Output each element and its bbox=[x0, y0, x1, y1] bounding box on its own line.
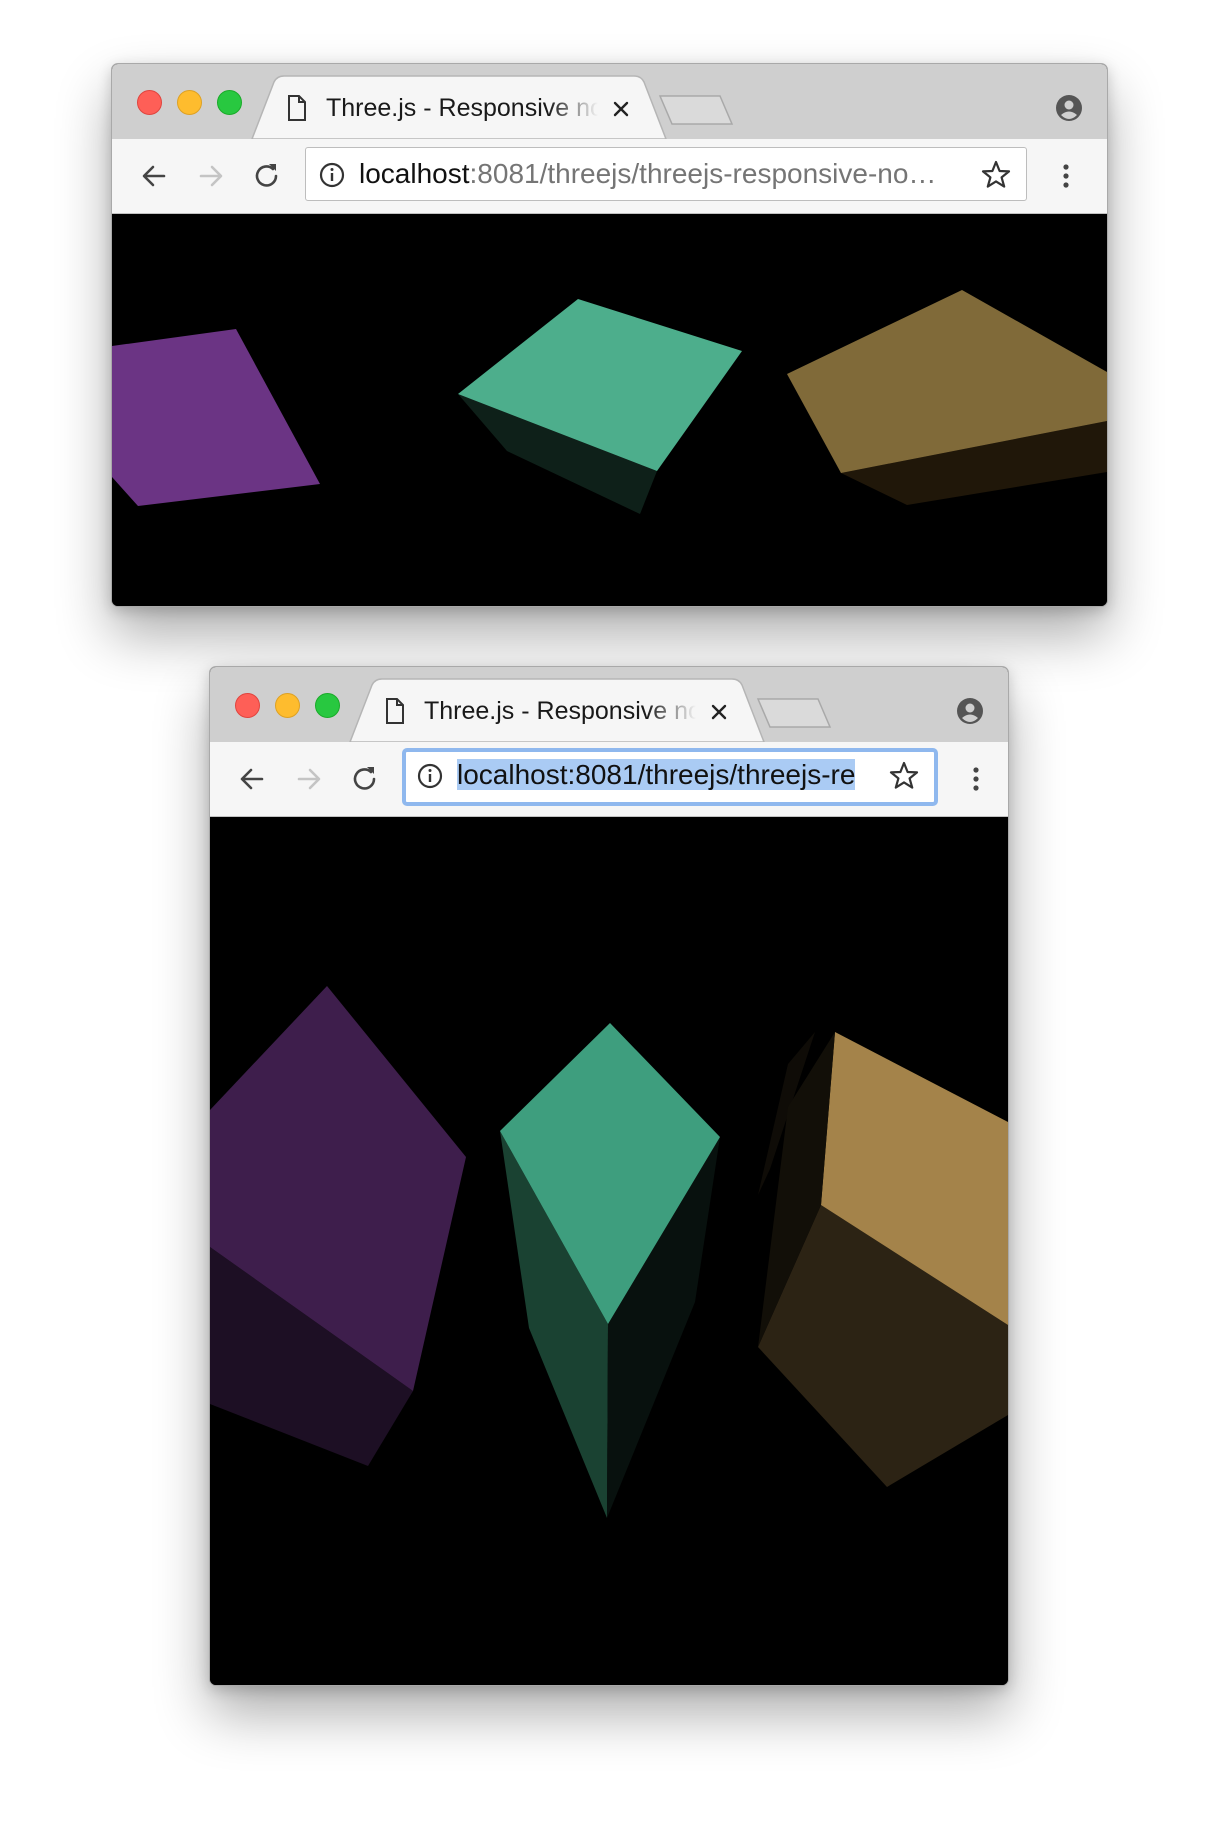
browser-window-tall: Three.js - Responsive no Resize loc bbox=[209, 666, 1009, 1686]
arrow-right-icon[interactable] bbox=[194, 159, 228, 193]
document-icon bbox=[386, 698, 404, 724]
browser-toolbar: localhost:8081/threejs/threejs-re bbox=[210, 742, 1008, 817]
info-circle-icon[interactable] bbox=[318, 161, 346, 189]
info-circle-icon[interactable] bbox=[416, 762, 444, 790]
close-icon[interactable] bbox=[710, 703, 728, 721]
webgl-canvas[interactable] bbox=[210, 817, 1008, 1685]
webgl-canvas[interactable] bbox=[112, 214, 1107, 606]
url-host: localhost bbox=[359, 158, 470, 189]
reload-icon[interactable] bbox=[348, 762, 382, 796]
arrow-left-icon[interactable] bbox=[137, 159, 171, 193]
url-selection: localhost:8081/threejs/threejs-re bbox=[457, 759, 856, 790]
new-tab-button[interactable] bbox=[756, 698, 832, 728]
url-text[interactable]: localhost:8081/threejs/threejs-responsiv… bbox=[359, 157, 959, 191]
tab-shapes bbox=[251, 75, 734, 139]
three-scene bbox=[112, 290, 1107, 514]
document-icon bbox=[288, 95, 306, 121]
arrow-right-icon[interactable] bbox=[292, 762, 326, 796]
url-path: :8081/threejs/threejs-responsive-no… bbox=[469, 158, 937, 189]
vertical-dots-icon[interactable] bbox=[1049, 159, 1083, 193]
cube-purple-face bbox=[112, 329, 320, 506]
three-scene bbox=[210, 986, 1008, 1518]
star-outline-icon[interactable] bbox=[888, 760, 920, 792]
vertical-dots-icon[interactable] bbox=[959, 762, 993, 796]
browser-toolbar: localhost:8081/threejs/threejs-responsiv… bbox=[112, 139, 1107, 214]
close-icon[interactable] bbox=[612, 100, 630, 118]
tab-title: Three.js - Responsive no Resize bbox=[424, 697, 696, 725]
browser-window-wide: Three.js - Responsive no Resize loc bbox=[111, 63, 1108, 607]
account-circle-icon[interactable] bbox=[1055, 94, 1083, 122]
tab-strip: Three.js - Responsive no Resize bbox=[112, 64, 1107, 139]
address-bar[interactable]: localhost:8081/threejs/threejs-responsiv… bbox=[305, 147, 1027, 201]
arrow-left-icon[interactable] bbox=[235, 762, 269, 796]
tab-strip: Three.js - Responsive no Resize bbox=[210, 667, 1008, 742]
tab-title: Three.js - Responsive no Resize bbox=[326, 94, 598, 122]
url-text-selected[interactable]: localhost:8081/threejs/threejs-re bbox=[457, 758, 871, 792]
address-bar[interactable]: localhost:8081/threejs/threejs-re bbox=[402, 748, 938, 806]
account-circle-icon[interactable] bbox=[956, 697, 984, 725]
new-tab-button[interactable] bbox=[658, 95, 734, 125]
star-outline-icon[interactable] bbox=[980, 159, 1012, 191]
cube-teal-top-face bbox=[458, 299, 742, 471]
reload-icon[interactable] bbox=[250, 159, 284, 193]
